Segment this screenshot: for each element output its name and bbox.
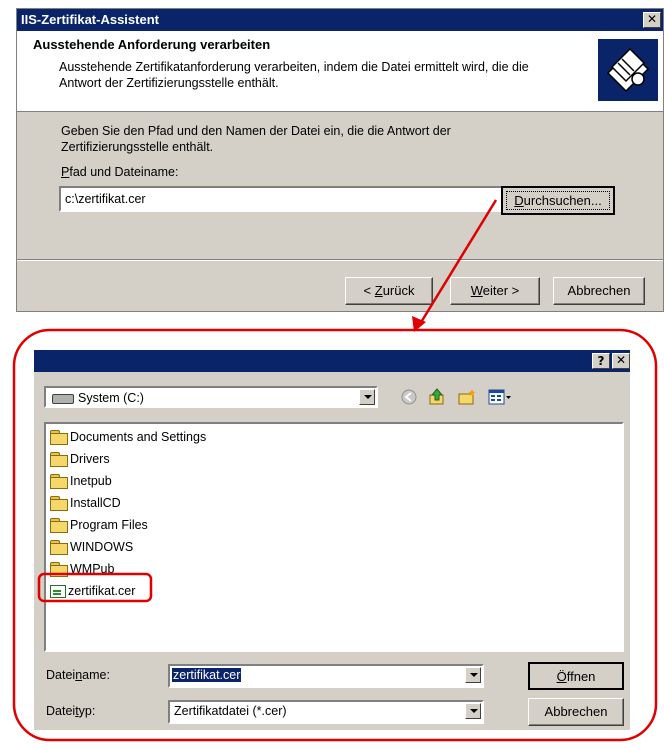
back-arrow-icon[interactable] xyxy=(400,388,418,406)
path-input[interactable]: c:\zertifikat.cer xyxy=(59,186,507,212)
folder-icon xyxy=(50,474,68,489)
file-list[interactable]: Documents and Settings Drivers Inetpub I… xyxy=(44,422,624,652)
item-label: InstallCD xyxy=(70,496,121,510)
list-item-zertifikat[interactable]: zertifikat.cer xyxy=(50,580,135,602)
up-folder-icon[interactable] xyxy=(428,388,446,406)
open-file-dialog: ? ✕ System (C:) Documents and Settings D… xyxy=(34,350,630,730)
wizard-instruction-text: Geben Sie den Pfad und den Namen der Dat… xyxy=(61,124,451,154)
chevron-down-icon[interactable] xyxy=(359,389,375,405)
list-item[interactable]: WMPub xyxy=(50,558,114,580)
filetype-dropdown[interactable]: Zertifikatdatei (*.cer) xyxy=(168,700,484,724)
help-button[interactable]: ? xyxy=(592,353,610,369)
list-item[interactable]: InstallCD xyxy=(50,492,121,514)
open-dialog-title-bar: ? ✕ xyxy=(34,350,630,372)
wizard-close-button[interactable]: ✕ xyxy=(643,12,661,28)
next-button[interactable]: Weiter > xyxy=(450,277,540,305)
new-folder-icon[interactable] xyxy=(458,388,476,406)
pointer-arrowhead xyxy=(412,316,426,332)
filename-label: Dateiname: xyxy=(46,668,110,682)
chevron-down-icon[interactable] xyxy=(465,703,481,719)
wizard-title-bar: IIS-Zertifikat-Assistent ✕ xyxy=(17,9,663,31)
filename-value: zertifikat.cer xyxy=(172,668,242,682)
list-item[interactable]: Documents and Settings xyxy=(50,426,206,448)
certificate-wizard-window: IIS-Zertifikat-Assistent ✕ Ausstehende A… xyxy=(16,8,664,312)
folder-icon xyxy=(50,430,68,445)
item-label: WMPub xyxy=(70,562,115,576)
hard-drive-icon xyxy=(52,394,74,404)
folder-icon xyxy=(50,540,68,555)
open-dialog-cancel-button[interactable]: Abbrechen xyxy=(528,698,624,726)
certificate-file-icon xyxy=(50,584,66,598)
wizard-cancel-button[interactable]: Abbrechen xyxy=(553,277,645,305)
browse-button[interactable]: Durchsuchen... xyxy=(501,186,615,215)
filetype-value: Zertifikatdatei (*.cer) xyxy=(174,704,287,718)
look-in-value: System (C:) xyxy=(78,391,144,405)
list-item[interactable]: Drivers xyxy=(50,448,110,470)
folder-icon xyxy=(50,452,68,467)
wizard-divider xyxy=(17,259,663,261)
filetype-label: Dateityp: xyxy=(46,704,96,718)
look-in-dropdown[interactable]: System (C:) xyxy=(44,386,378,408)
item-label: WINDOWS xyxy=(70,540,134,554)
list-item[interactable]: WINDOWS xyxy=(50,536,133,558)
folder-icon xyxy=(50,518,68,533)
certificate-wizard-icon xyxy=(598,39,658,101)
back-button[interactable]: < Zurück xyxy=(345,277,433,305)
folder-icon xyxy=(50,562,68,577)
open-dialog-close-button[interactable]: ✕ xyxy=(612,353,630,369)
view-menu-icon[interactable] xyxy=(488,388,512,406)
wizard-header: Ausstehende Anforderung verarbeiten Auss… xyxy=(17,31,663,112)
item-label: zertifikat.cer xyxy=(68,584,136,598)
list-item[interactable]: Program Files xyxy=(50,514,148,536)
wizard-title: IIS-Zertifikat-Assistent xyxy=(21,12,159,27)
item-label: Program Files xyxy=(70,518,148,532)
path-label: Pfad und Dateiname: xyxy=(61,165,179,179)
open-button[interactable]: Öffnen xyxy=(528,662,624,690)
item-label: Drivers xyxy=(70,452,110,466)
wizard-step-title: Ausstehende Anforderung verarbeiten xyxy=(33,37,271,52)
folder-icon xyxy=(50,496,68,511)
list-item[interactable]: Inetpub xyxy=(50,470,112,492)
item-label: Inetpub xyxy=(70,474,112,488)
item-label: Documents and Settings xyxy=(70,430,207,444)
wizard-step-description: Ausstehende Zertifikatanforderung verarb… xyxy=(59,60,529,90)
chevron-down-icon[interactable] xyxy=(465,667,481,683)
filename-field[interactable]: zertifikat.cer xyxy=(168,664,484,688)
